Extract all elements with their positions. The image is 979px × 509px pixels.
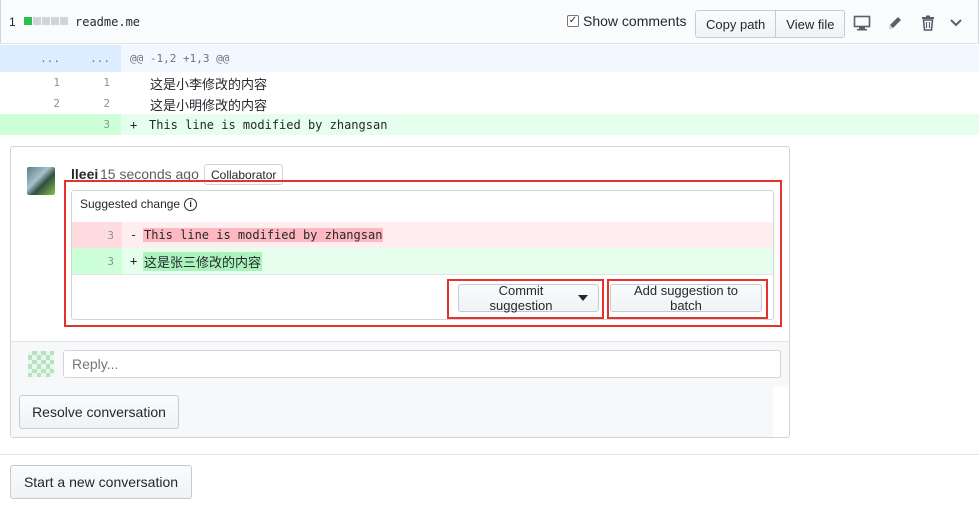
new-line-number[interactable]: 1: [50, 76, 110, 89]
desktop-icon[interactable]: [853, 14, 871, 32]
copy-path-button[interactable]: Copy path: [695, 10, 777, 38]
trash-icon[interactable]: [919, 14, 937, 32]
diff-add-sign: +: [130, 118, 138, 132]
avatar: [28, 351, 54, 377]
highlight-box-batch: [607, 279, 768, 319]
show-comments-toggle[interactable]: ✓ Show comments: [567, 13, 686, 29]
file-header: 1 readme.me ✓ Show comments Copy path Vi…: [0, 0, 979, 44]
hunk-expand-right[interactable]: ...: [50, 52, 110, 65]
diff-line-text: This line is modified by zhangsan: [149, 118, 388, 132]
diff-context-row: 1 1 这是小李修改的内容: [0, 72, 979, 93]
hunk-header-row: ... ... @@ -1,2 +1,3 @@: [0, 45, 979, 72]
diff-context-row: 2 2 这是小明修改的内容: [0, 93, 979, 114]
diffstat: [24, 17, 68, 25]
pencil-icon[interactable]: [886, 14, 904, 32]
changes-count: 1: [9, 15, 16, 29]
file-name-link[interactable]: readme.me: [75, 15, 140, 29]
new-line-number[interactable]: 2: [50, 97, 110, 110]
show-comments-checkbox[interactable]: ✓: [567, 15, 579, 27]
diff-added-row: 3 + This line is modified by zhangsan: [0, 114, 979, 135]
highlight-box-commit: [447, 279, 604, 319]
new-line-number[interactable]: 3: [50, 118, 110, 131]
view-file-button[interactable]: View file: [775, 10, 846, 38]
show-comments-label: Show comments: [583, 13, 687, 29]
avatar[interactable]: [27, 167, 55, 195]
reply-input[interactable]: [63, 350, 781, 378]
resolve-conversation-button[interactable]: Resolve conversation: [19, 395, 179, 429]
file-actions-group: Copy path View file: [695, 10, 846, 38]
hunk-header-text: @@ -1,2 +1,3 @@: [130, 52, 230, 65]
divider: [0, 454, 979, 455]
chevron-down-icon[interactable]: [947, 14, 965, 32]
diff-line-text: 这是小李修改的内容: [150, 77, 268, 92]
start-new-conversation-button[interactable]: Start a new conversation: [10, 465, 192, 499]
diff-line-text: 这是小明修改的内容: [150, 98, 268, 113]
